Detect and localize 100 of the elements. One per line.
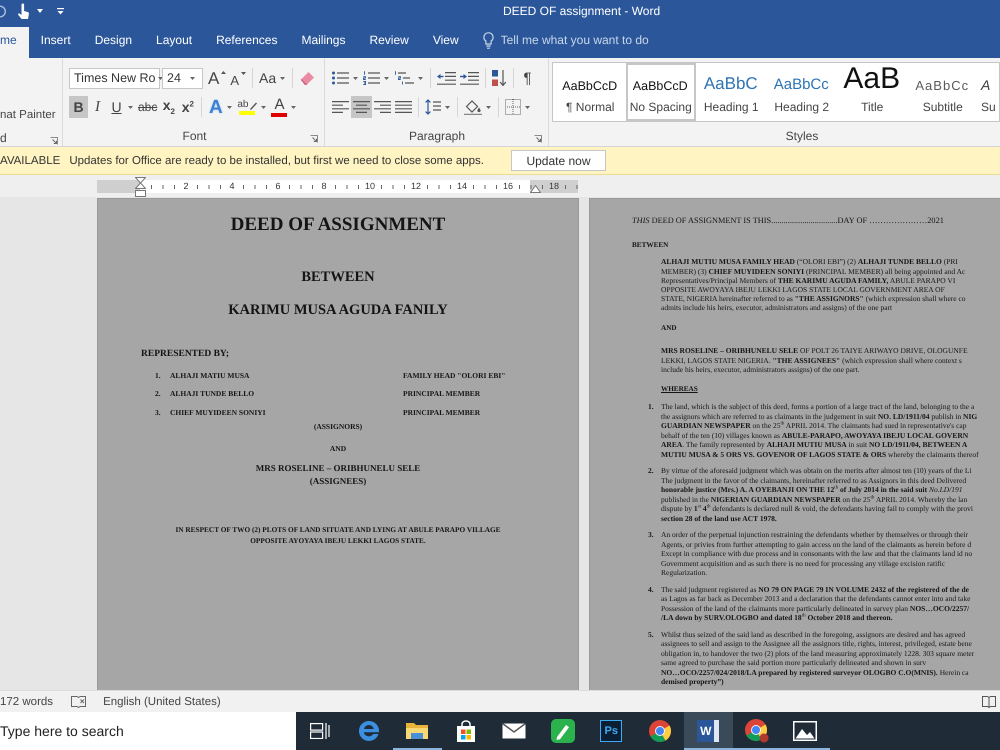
taskbar-button[interactable]: W — [684, 712, 732, 750]
bold-button[interactable]: B — [69, 96, 88, 118]
group-label: Paragraph — [408, 129, 466, 143]
word-count[interactable]: 172 words — [0, 696, 54, 708]
ribbon-tab[interactable]: Mailings — [289, 22, 358, 58]
ruler-number: 18 — [548, 180, 559, 193]
role-label: (ASSIGNEES) — [310, 474, 366, 488]
caret-icon[interactable] — [37, 9, 43, 13]
multilevel-list-icon[interactable] — [394, 71, 414, 85]
show-marks-button[interactable]: ¶ — [518, 67, 537, 89]
change-case-button[interactable]: Aa — [257, 67, 278, 89]
align-center-button[interactable] — [351, 96, 372, 118]
superscript-button[interactable]: x$^{2}$ — [178, 96, 198, 118]
ruler-number: 6 — [275, 180, 280, 193]
subscript-button[interactable]: x$_{2}$ — [159, 96, 178, 118]
increase-indent-icon[interactable] — [460, 72, 479, 84]
style-option[interactable]: AaBbCc Heading 2 — [766, 63, 837, 121]
round-logo-icon[interactable] — [648, 720, 671, 742]
borders-icon[interactable] — [505, 99, 521, 115]
ruler-number: 4 — [229, 180, 234, 193]
caret-icon[interactable] — [291, 106, 296, 108]
font-size-dropdown[interactable]: 24 — [162, 68, 203, 88]
proofing-book-icon[interactable] — [71, 696, 86, 708]
caret-icon[interactable] — [261, 106, 266, 108]
dialog-launcher-icon[interactable] — [310, 135, 318, 143]
format-painter-button[interactable]: nat Painter — [0, 106, 56, 124]
lightbulb-icon — [482, 32, 494, 48]
customize-icon[interactable] — [57, 8, 64, 14]
italic-button[interactable]: I — [88, 96, 107, 118]
style-option[interactable]: AaBbCc Subtitle — [908, 63, 978, 121]
underline-button[interactable]: U — [107, 96, 126, 118]
task-view-icon[interactable] — [310, 723, 330, 739]
folder-icon[interactable] — [405, 721, 430, 741]
grow-font-button[interactable]: A — [206, 67, 228, 89]
read-mode-icon[interactable] — [982, 696, 996, 708]
strikethrough-button[interactable]: abc — [136, 96, 160, 118]
caret-icon[interactable] — [445, 106, 450, 108]
pencil-tile-icon[interactable] — [550, 719, 575, 743]
dialog-launcher-icon[interactable] — [534, 135, 542, 143]
align-center-icon — [353, 101, 370, 113]
taskbar-button[interactable]: Ps — [587, 712, 636, 750]
pen-icon — [249, 100, 258, 110]
caret-icon[interactable] — [353, 76, 358, 80]
style-option[interactable]: AaBbCcD ¶ Normal — [555, 63, 626, 121]
justify-icon — [395, 101, 412, 113]
section-label: REPRESENTED BY; — [141, 348, 230, 360]
ribbon-tab[interactable]: Insert — [28, 22, 83, 58]
party-name: MRS ROSELINE – ORIBHUNELU SELE — [256, 462, 420, 475]
tell-me-field[interactable]: Tell me what you want to do — [500, 31, 671, 49]
caret-icon[interactable] — [525, 106, 530, 108]
e-logo-icon[interactable] — [358, 720, 380, 742]
paint-bucket-icon[interactable] — [464, 99, 482, 115]
style-option[interactable]: A Su — [978, 63, 999, 121]
date-line: THIS DEED OF ASSIGNMENT IS THIS................................DAY OF …………………2021 — [632, 215, 944, 227]
down-caret-icon — [241, 72, 246, 75]
ribbon-tab[interactable]: me — [0, 27, 29, 58]
caret-icon[interactable] — [158, 76, 162, 80]
eraser-icon[interactable] — [299, 70, 316, 86]
font-color-button[interactable]: A — [269, 96, 290, 118]
ribbon-tab[interactable]: Layout — [144, 22, 204, 58]
touch-hand-icon[interactable] — [17, 2, 30, 20]
search-field[interactable]: Type here to search — [0, 712, 296, 750]
repeat-icon[interactable] — [0, 4, 7, 18]
mountain-picture-icon[interactable] — [793, 721, 818, 741]
bullets-icon[interactable] — [332, 71, 349, 85]
align-left-icon — [332, 101, 349, 113]
ruler-number: 14 — [456, 180, 467, 193]
update-now-button[interactable]: Update now — [511, 150, 606, 171]
caret-icon[interactable] — [486, 106, 491, 108]
text-effects-button[interactable]: A — [206, 96, 226, 118]
style-option[interactable]: AaB Title — [837, 63, 908, 121]
language-status[interactable]: English (United States) — [103, 696, 221, 708]
ribbon-tab[interactable]: References — [204, 22, 290, 58]
update-message: Updates for Office are ready to be installed, but first we need to close some apps. — [69, 154, 484, 166]
sort-icon[interactable] — [492, 70, 507, 86]
ruler[interactable]: 2 4 6 8 10 12 14 16 18 — [97, 180, 578, 193]
shopping-bag-icon[interactable] — [454, 720, 477, 742]
line-spacing-icon[interactable] — [425, 99, 441, 115]
font-name-dropdown[interactable]: Times New Ro — [69, 68, 160, 88]
right-indent-marker-icon[interactable] — [530, 185, 541, 193]
caret-icon[interactable] — [384, 76, 389, 80]
caret-icon[interactable] — [227, 106, 232, 108]
shrink-font-button[interactable]: A — [228, 67, 248, 89]
ribbon-tab[interactable]: View — [420, 22, 471, 58]
round-logo-icon[interactable] — [744, 719, 769, 743]
highlight-button[interactable]: ab — [235, 96, 260, 118]
ribbon-tab[interactable]: Review — [357, 22, 421, 58]
numbered-list-icon[interactable] — [363, 71, 380, 85]
decrease-indent-icon[interactable] — [437, 72, 456, 84]
ribbon-tab[interactable]: Design — [82, 22, 144, 58]
style-option[interactable]: AaBbCcD No Spacing — [626, 63, 696, 121]
caret-icon[interactable] — [128, 106, 133, 108]
caret-icon[interactable] — [190, 76, 195, 80]
caret-icon[interactable] — [418, 76, 423, 80]
indent-marker-icon[interactable] — [135, 177, 146, 197]
envelope-icon[interactable] — [502, 723, 526, 739]
dialog-launcher-icon[interactable] — [50, 137, 58, 145]
style-option[interactable]: AaBbC Heading 1 — [696, 63, 766, 121]
caret-icon[interactable] — [280, 76, 286, 80]
group-label: Styles — [786, 129, 818, 143]
